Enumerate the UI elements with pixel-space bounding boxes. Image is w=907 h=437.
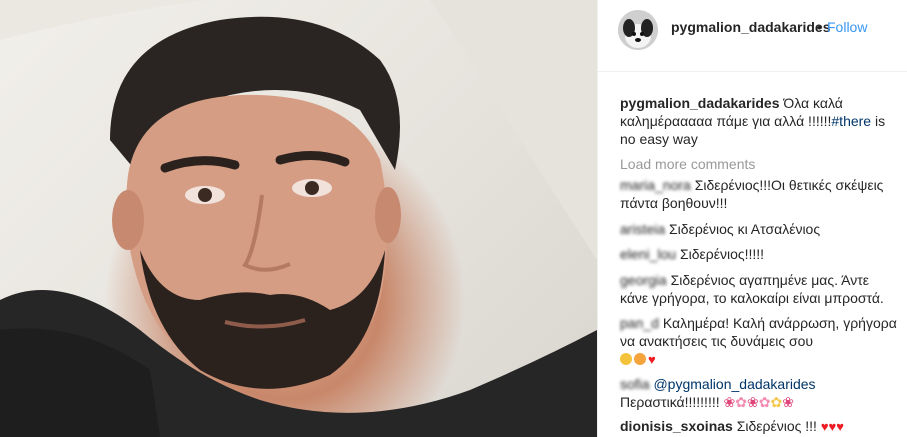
comment-username[interactable]: eleni_lou (620, 246, 676, 262)
comment-text: Καλημέρα! Καλή ανάρρωση, γρήγορα να ανακ… (620, 315, 897, 349)
comment-username[interactable]: pan_d (620, 315, 659, 331)
comment-item: dionisis_sxoinas Σιδερένιος !!! ♥♥♥ (620, 417, 900, 436)
caption-username[interactable]: pygmalion_dadakarides (620, 95, 780, 111)
comment-item: pan_d Καλημέρα! Καλή ανάρρωση, γρήγορα ν… (620, 314, 900, 369)
comment-text: Σιδερένιος κι Ατσαλένιος (669, 221, 821, 237)
header-separator: • (817, 19, 822, 35)
comment-username[interactable]: aristeia (620, 221, 665, 237)
tulip-icon: ❀ (723, 394, 736, 410)
comment-username[interactable]: maria_nora (620, 177, 691, 193)
comment-username[interactable]: dionisis_sxoinas (620, 418, 733, 434)
post-sidebar: pygmalion_dadakarides • Follow pygmalion… (597, 0, 907, 437)
instagram-post-view: pygmalion_dadakarides • Follow pygmalion… (0, 0, 907, 437)
comment-item: maria_nora Σιδερένιος!!!Οι θετικές σκέψε… (620, 176, 900, 212)
comment-username[interactable]: sofia (620, 376, 650, 392)
header-username[interactable]: pygmalion_dadakarides (671, 19, 831, 35)
tulip-icon: ❀ (746, 394, 759, 410)
comment-item: aristeia Σιδερένιος κι Ατσαλένιος (620, 220, 900, 238)
cherry-blossom-icon: ✿ (758, 394, 771, 410)
post-header: pygmalion_dadakarides • Follow (598, 0, 907, 72)
sunflower-icon: ✿ (770, 394, 783, 410)
red-heart-icon: ♥ (836, 419, 844, 434)
follow-button[interactable]: Follow (827, 19, 867, 35)
comment-item: sofia @pygmalion_dadakarides Περαστικά!!… (620, 375, 900, 411)
dog-avatar-icon (618, 10, 658, 50)
comment-username[interactable]: georgia (620, 272, 667, 288)
post-photo[interactable] (0, 0, 597, 437)
load-more-comments-button[interactable]: Load more comments (620, 155, 900, 173)
kissing-face-icon (634, 353, 646, 365)
red-heart-icon: ♥ (820, 419, 829, 434)
avatar[interactable] (618, 10, 658, 50)
comment-item: georgia Σιδερένιος αγαπημένε μας. Άντε κ… (620, 271, 900, 307)
selfie-illustration (0, 0, 597, 437)
comment-text: Σιδερένιος!!!!! (679, 246, 765, 262)
comment-item: eleni_lou Σιδερένιος!!!!! (620, 245, 900, 263)
cherry-blossom-icon: ✿ (735, 394, 747, 410)
caption-hashtag[interactable]: #there (831, 113, 871, 129)
comment-text: Σιδερένιος !!! (736, 418, 817, 434)
red-heart-icon: ♥ (648, 352, 656, 367)
tulip-icon: ❀ (782, 394, 794, 410)
comment-mention[interactable]: @pygmalion_dadakarides (653, 376, 815, 392)
comment-text: Περαστικά!!!!!!!!! (620, 394, 720, 410)
caption: pygmalion_dadakarides Όλα καλά καλημέραα… (620, 94, 900, 148)
smiling-face-icon (620, 353, 632, 365)
comments-list: pygmalion_dadakarides Όλα καλά καλημέραα… (620, 94, 900, 436)
